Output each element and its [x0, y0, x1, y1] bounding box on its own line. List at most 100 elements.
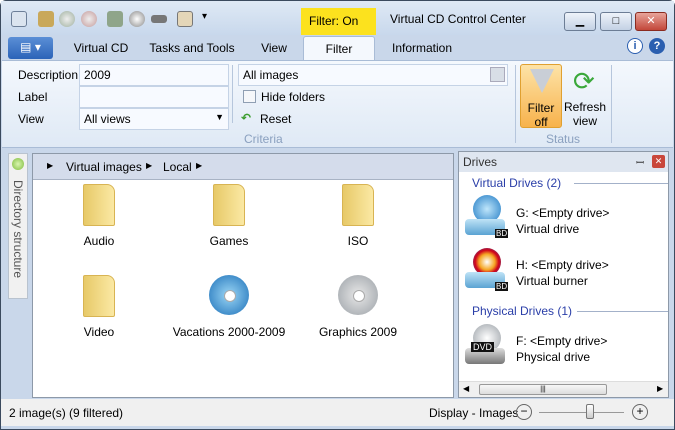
folder-item[interactable]: Games [174, 184, 284, 248]
virtual-burner-h[interactable]: BD [465, 248, 511, 292]
item-label: ISO [347, 234, 369, 248]
window-title: Virtual CD Control Center [390, 12, 526, 26]
app-window: ▾ Filter: On Virtual CD Control Center ▁… [0, 0, 675, 430]
dvd-badge: DVD [471, 342, 495, 352]
physical-drive-f[interactable]: DVD [465, 324, 511, 368]
hide-folders-checkbox[interactable] [243, 90, 256, 103]
zoom-out-button[interactable]: − [516, 404, 532, 420]
tab-filter[interactable]: Filter [303, 36, 375, 62]
customize-toolbar-icon[interactable]: ▾ [202, 11, 207, 22]
folder-item[interactable]: Video [44, 275, 154, 339]
zoom-slider-thumb[interactable] [586, 404, 594, 419]
directory-structure-label: Directory structure [11, 180, 25, 279]
tab-view[interactable]: View [246, 41, 302, 61]
open-image-icon[interactable] [38, 11, 54, 27]
drive-h-text[interactable]: H: <Empty drive> Virtual burner [516, 257, 609, 289]
ribbon-filter: Description 2009 Label View All views ▼ A… [2, 60, 673, 148]
folder-icon [83, 184, 115, 226]
funnel-icon [530, 69, 554, 93]
filter-on-badge: Filter: On [301, 8, 376, 35]
folder-item[interactable]: ISO [303, 184, 413, 248]
view-select[interactable]: All views ▼ [79, 108, 229, 130]
divider [232, 65, 233, 123]
drive-g-text[interactable]: G: <Empty drive> Virtual drive [516, 205, 609, 237]
virtual-drive-g[interactable]: BD [465, 195, 511, 239]
label-input[interactable] [79, 86, 229, 108]
disc-icon[interactable] [129, 11, 145, 27]
image-item[interactable]: Graphics 2009 [303, 275, 413, 339]
hide-folders-label[interactable]: Hide folders [261, 90, 325, 104]
insert-disc-icon[interactable] [59, 11, 75, 27]
description-input[interactable]: 2009 [79, 64, 229, 86]
label-label: Label [18, 90, 48, 104]
breadcrumb: ▶ Virtual images ▶ Local ▶ [33, 154, 453, 180]
eject-disc-icon[interactable] [81, 11, 97, 27]
edit-icon[interactable] [177, 11, 193, 27]
reset-button[interactable]: Reset [260, 112, 291, 126]
filter-off-label: Filter off [527, 101, 555, 129]
breadcrumb-arrow[interactable]: ▶ [146, 161, 152, 170]
virtual-drives-group: Virtual Drives (2) [472, 176, 562, 190]
breadcrumb-arrow[interactable]: ▶ [196, 161, 202, 170]
item-label: Graphics 2009 [318, 325, 398, 339]
scrollbar-thumb[interactable]: ||| [479, 384, 607, 395]
refresh-view-button[interactable]: ⟳ Refresh view [564, 64, 606, 128]
close-panel-icon[interactable]: ✕ [652, 155, 665, 168]
item-label: Games [209, 234, 249, 248]
tab-tasks-and-tools[interactable]: Tasks and Tools [144, 41, 240, 61]
divider [577, 311, 668, 312]
info-icon[interactable]: i [627, 38, 643, 54]
breadcrumb-root-arrow[interactable]: ▶ [47, 161, 53, 170]
image-browse-icon[interactable] [490, 67, 505, 82]
help-icon[interactable]: ? [649, 38, 665, 54]
folder-item[interactable]: Audio [44, 184, 154, 248]
drive-type: Physical drive [516, 350, 591, 364]
application-menu-button[interactable]: ▤ ▾ [8, 37, 53, 59]
divider [515, 65, 516, 143]
view-label: View [18, 112, 44, 126]
tab-information[interactable]: Information [381, 41, 463, 61]
folder-icon [342, 184, 374, 226]
status-group-label: Status [546, 132, 581, 146]
image-item[interactable]: Vacations 2000-2009 [159, 275, 299, 339]
view-select-value: All views [84, 112, 131, 126]
horizontal-scrollbar[interactable]: ◀ ||| ▶ [459, 381, 668, 397]
reset-arrow-icon: ↶ [241, 111, 252, 125]
scroll-right-icon[interactable]: ▶ [657, 384, 663, 393]
chevron-down-icon: ▼ [215, 112, 224, 122]
zoom-in-button[interactable]: + [632, 404, 648, 420]
maximize-button[interactable]: □ [600, 12, 632, 31]
cd-image-icon [338, 275, 378, 315]
breadcrumb-local[interactable]: Local [163, 160, 192, 174]
item-label: Audio [83, 234, 115, 248]
app-menu-icon[interactable] [11, 11, 27, 27]
usb-drive-icon[interactable] [151, 15, 167, 23]
status-light-icon [12, 158, 24, 170]
ribbon-tabs: ▤ ▾ Virtual CD Tasks and Tools View Filt… [1, 35, 674, 62]
breadcrumb-virtual-images[interactable]: Virtual images [66, 160, 142, 174]
refresh-view-label: Refresh view [564, 100, 607, 128]
bluray-disc-icon [209, 275, 249, 315]
close-button[interactable]: ✕ [635, 12, 667, 31]
folder-icon [83, 275, 115, 317]
manage-drives-icon[interactable] [107, 11, 123, 27]
drive-type: Virtual burner [516, 274, 588, 288]
drive-f-text[interactable]: F: <Empty drive> Physical drive [516, 333, 607, 365]
bd-badge: BD [495, 282, 509, 291]
physical-drives-group: Physical Drives (1) [472, 304, 573, 318]
zoom-slider[interactable] [539, 412, 624, 413]
drive-letter: H: <Empty drive> [516, 258, 609, 272]
folder-icon [213, 184, 245, 226]
divider [574, 183, 668, 184]
tab-virtual-cd[interactable]: Virtual CD [61, 41, 141, 61]
filter-off-button[interactable]: Filter off [520, 64, 562, 129]
image-type-select[interactable]: All images [238, 64, 508, 86]
drive-letter: F: <Empty drive> [516, 334, 608, 348]
image-count: 2 image(s) (9 filtered) [9, 406, 124, 420]
minimize-button[interactable]: ▁ [564, 12, 596, 31]
directory-structure-tab[interactable]: Directory structure [8, 153, 28, 299]
refresh-icon: ⟳ [573, 66, 595, 96]
item-label: Video [83, 325, 115, 339]
pin-icon[interactable]: ꟷ [636, 155, 644, 169]
scroll-left-icon[interactable]: ◀ [463, 384, 469, 393]
